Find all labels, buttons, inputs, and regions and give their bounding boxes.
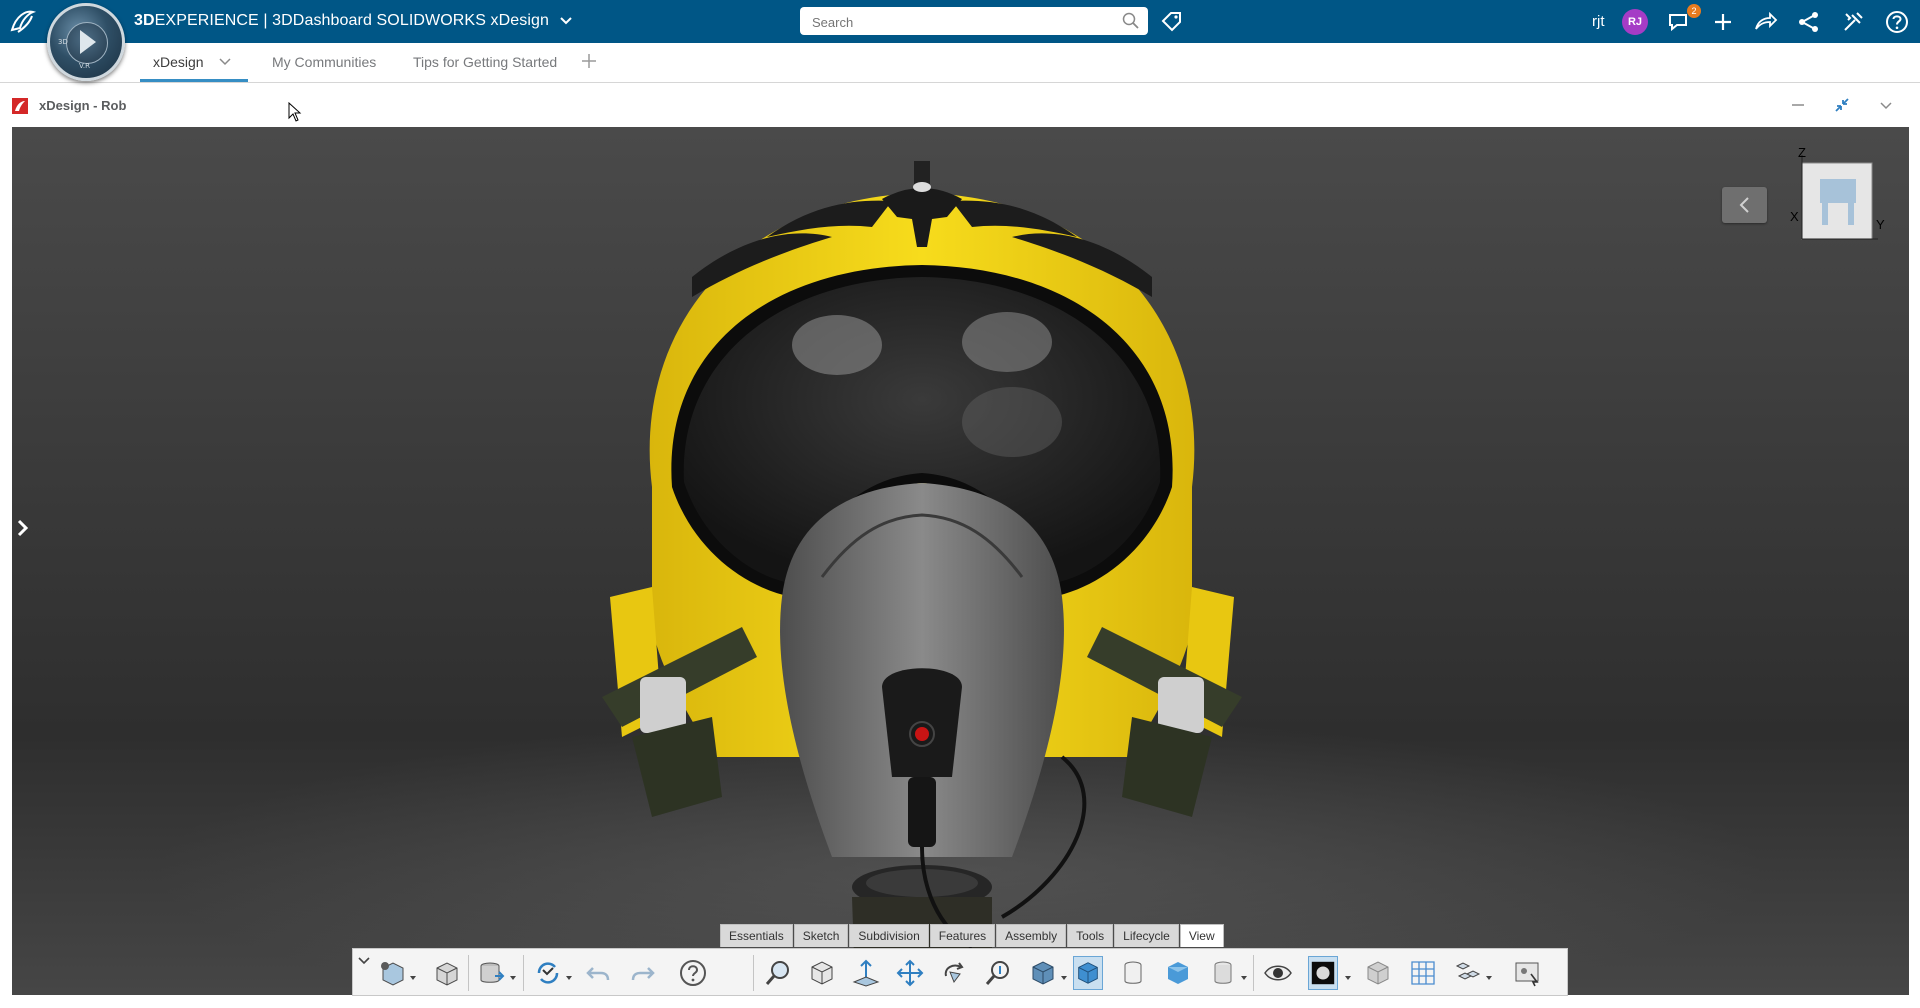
compass-label-3d: 3D <box>58 38 68 46</box>
toolbar-separator <box>523 955 524 991</box>
tab-xdesign[interactable]: xDesign <box>153 54 204 70</box>
help-icon[interactable] <box>1884 9 1910 35</box>
add-tab-icon[interactable] <box>580 52 598 70</box>
axis-x-label: X <box>1790 209 1799 224</box>
sync-icon[interactable] <box>533 958 563 988</box>
view-orientation-icon[interactable] <box>1028 958 1058 988</box>
tab-view[interactable]: View <box>1179 924 1224 947</box>
dropdown-arrow-icon[interactable] <box>1061 975 1067 981</box>
chevron-down-icon[interactable] <box>219 57 231 67</box>
add-icon[interactable] <box>1710 9 1736 35</box>
tab-sketch[interactable]: Sketch <box>793 924 849 947</box>
share-icon[interactable] <box>1752 9 1778 35</box>
axis-z-label: Z <box>1798 145 1806 160</box>
zoom-icon[interactable] <box>983 958 1013 988</box>
redo-icon[interactable] <box>628 958 658 988</box>
avatar[interactable]: RJ <box>1622 9 1648 35</box>
dropdown-arrow-icon[interactable] <box>1345 975 1351 981</box>
perspective-icon[interactable] <box>1363 958 1393 988</box>
dropdown-arrow-icon[interactable] <box>410 975 416 981</box>
tab-tools[interactable]: Tools <box>1067 924 1114 947</box>
part-icon[interactable] <box>431 958 461 988</box>
dropdown-arrow-icon[interactable] <box>1241 975 1247 981</box>
app-title[interactable]: 3DEXPERIENCE | 3DDashboard SOLIDWORKS xD… <box>134 12 572 30</box>
helmet-model[interactable] <box>592 157 1252 967</box>
help-icon[interactable] <box>678 958 708 988</box>
normal-to-icon[interactable] <box>851 958 881 988</box>
chevron-left-icon <box>1739 197 1749 213</box>
toolbar-separator <box>468 955 469 991</box>
toolbar-separator <box>753 955 754 991</box>
cylinder-view-icon[interactable] <box>1118 958 1148 988</box>
command-tabs: Essentials Sketch Subdivision Features A… <box>720 924 1225 948</box>
search-icon[interactable] <box>1122 12 1140 30</box>
notification-badge: 2 <box>1687 4 1701 18</box>
chevron-down-icon[interactable] <box>559 17 572 25</box>
play-icon <box>80 30 96 54</box>
tab-lifecycle[interactable]: Lifecycle <box>1114 924 1179 947</box>
xdesign-app-icon <box>12 98 28 114</box>
pan-icon[interactable] <box>895 958 925 988</box>
rotate-icon[interactable] <box>939 958 969 988</box>
tools-icon[interactable] <box>1840 9 1866 35</box>
search-input[interactable] <box>810 7 1116 37</box>
chevron-down-icon[interactable] <box>1876 95 1896 115</box>
axis-y-label: Y <box>1876 217 1885 232</box>
network-share-icon[interactable] <box>1796 9 1822 35</box>
restore-size-icon[interactable] <box>1832 95 1852 115</box>
tab-assembly[interactable]: Assembly <box>996 924 1067 947</box>
expand-panel-chevron-icon[interactable] <box>14 515 32 541</box>
view-back-button[interactable] <box>1722 187 1767 223</box>
compass-button[interactable]: 3D V.R <box>47 3 125 81</box>
top-bar: 3D V.R 3DEXPERIENCE | 3DDashboard SOLIDW… <box>0 0 1920 81</box>
minimize-icon[interactable] <box>1788 95 1808 115</box>
explode-icon[interactable] <box>1453 958 1483 988</box>
compass-label-vr: V.R <box>79 62 90 70</box>
zoom-to-area-icon[interactable] <box>763 958 793 988</box>
grid-icon[interactable] <box>1408 958 1438 988</box>
tab-essentials[interactable]: Essentials <box>720 924 793 947</box>
shaded-icon[interactable] <box>1073 956 1103 990</box>
brand-rest: EXPERIENCE | 3DDashboard SOLIDWORKS xDes… <box>154 12 550 29</box>
section-view-icon[interactable] <box>1208 958 1238 988</box>
dassault-logo-icon[interactable] <box>6 4 40 38</box>
dropdown-arrow-icon[interactable] <box>566 975 572 981</box>
brand-bold: 3D <box>134 12 155 29</box>
search-box[interactable] <box>800 7 1148 37</box>
new-component-icon[interactable] <box>377 958 407 988</box>
widget-title: xDesign - Rob <box>39 98 127 113</box>
save-icon[interactable] <box>477 958 507 988</box>
tab-subdivision[interactable]: Subdivision <box>849 924 929 947</box>
3d-viewport[interactable]: Z X Y <box>12 127 1909 995</box>
standard-views-icon[interactable] <box>807 958 837 988</box>
dropdown-arrow-icon[interactable] <box>1486 975 1492 981</box>
tab-tips-for-getting-started[interactable]: Tips for Getting Started <box>413 54 557 70</box>
undo-icon[interactable] <box>583 958 613 988</box>
dashboard-tab-bar: xDesign My Communities Tips for Getting … <box>0 43 1920 83</box>
user-name[interactable]: rjt <box>1592 13 1605 30</box>
view-cube[interactable]: Z X Y <box>1778 145 1888 249</box>
visibility-icon[interactable] <box>1263 958 1293 988</box>
shaded-edges-icon[interactable] <box>1163 958 1193 988</box>
action-bar <box>352 948 1568 996</box>
toolbar-separator <box>1253 955 1254 991</box>
mouse-cursor-icon <box>288 102 302 122</box>
active-tab-indicator <box>140 79 248 82</box>
collapse-toolbar-icon[interactable] <box>357 955 371 965</box>
tag-icon[interactable] <box>1160 10 1184 34</box>
appearance-icon[interactable] <box>1308 956 1338 990</box>
tab-features[interactable]: Features <box>929 924 996 947</box>
screen-capture-icon[interactable] <box>1513 958 1543 988</box>
tab-my-communities[interactable]: My Communities <box>272 54 376 70</box>
dropdown-arrow-icon[interactable] <box>510 975 516 981</box>
